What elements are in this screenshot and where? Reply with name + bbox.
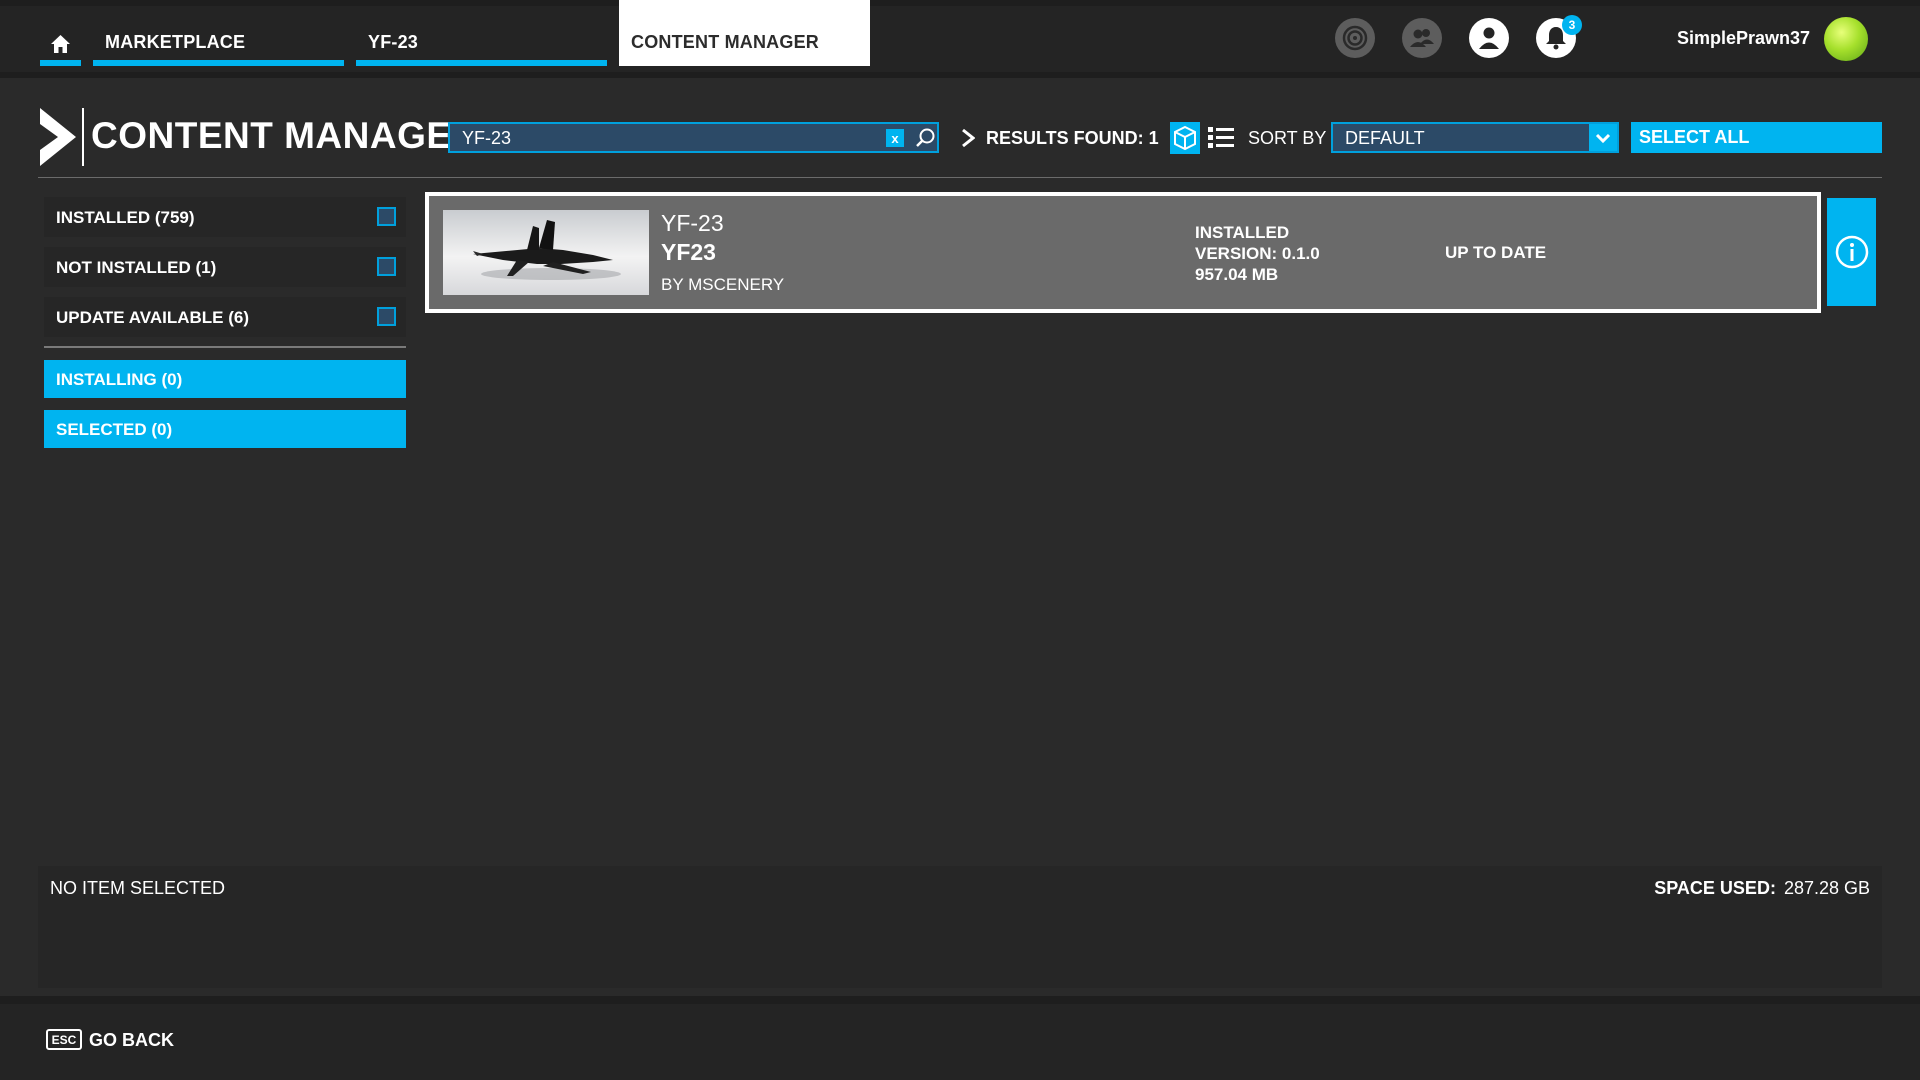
friends-icon: [1410, 29, 1434, 47]
selected-button[interactable]: SELECTED (0): [44, 410, 406, 448]
details-panel: NO ITEM SELECTED SPACE USED: 287.28 GB: [38, 866, 1882, 988]
search-input[interactable]: [462, 127, 882, 150]
clear-search-button[interactable]: x: [886, 129, 904, 147]
item-size: 957.04 MB: [1195, 265, 1279, 284]
item-install-info: INSTALLED VERSION: 0.1.0 957.04 MB: [1195, 222, 1320, 285]
filter-label: INSTALLED (759): [56, 208, 195, 227]
profile-icon: [1479, 27, 1499, 49]
tab-underline: [40, 60, 81, 66]
notifications-button[interactable]: 3: [1536, 15, 1582, 58]
page-title: CONTENT MANAGER: [91, 115, 479, 156]
go-back-button[interactable]: GO BACK: [89, 1030, 174, 1051]
friends-button[interactable]: [1402, 18, 1442, 58]
sort-label: SORT BY: [1248, 128, 1327, 148]
info-button[interactable]: [1827, 198, 1876, 306]
filter-not-installed[interactable]: NOT INSTALLED (1): [44, 247, 406, 287]
header-divider: [38, 177, 1882, 178]
space-used-label: SPACE USED:: [1654, 878, 1776, 898]
achievements-button[interactable]: [1335, 18, 1375, 58]
chevron-right-icon: [962, 128, 975, 148]
title-separator: [82, 108, 84, 166]
tab-content-manager[interactable]: CONTENT MANAGER: [619, 0, 870, 66]
item-name: YF-23: [661, 210, 724, 236]
item-version: VERSION: 0.1.0: [1195, 244, 1320, 263]
tab-label: MARKETPLACE: [105, 32, 246, 52]
info-icon: [1835, 235, 1868, 269]
search-box[interactable]: x: [448, 122, 939, 153]
dropdown-toggle[interactable]: [1589, 124, 1617, 151]
filter-checkbox[interactable]: [377, 307, 396, 326]
installing-button[interactable]: INSTALLING (0): [44, 360, 406, 398]
select-all-button[interactable]: SELECT ALL: [1631, 122, 1882, 153]
sort-value: DEFAULT: [1345, 128, 1425, 148]
page-chevron-icon: [40, 108, 76, 166]
filter-label: UPDATE AVAILABLE (6): [56, 308, 249, 327]
chevron-down-icon: [1595, 133, 1611, 143]
list-view-icon[interactable]: [1206, 122, 1236, 154]
selection-status: NO ITEM SELECTED: [50, 878, 226, 898]
tab-label: CONTENT MANAGER: [631, 32, 819, 52]
update-status: UP TO DATE: [1445, 243, 1547, 262]
filter-checkbox[interactable]: [377, 257, 396, 276]
username[interactable]: SimplePrawn37: [1660, 28, 1810, 49]
tab-label: YF-23: [368, 32, 419, 52]
aircraft-thumbnail: [443, 210, 649, 295]
filter-label: NOT INSTALLED (1): [56, 258, 217, 277]
close-icon: x: [891, 130, 899, 146]
esc-key-icon[interactable]: ESC: [46, 1029, 82, 1050]
notification-badge: 3: [1562, 15, 1582, 35]
tab-underline: [356, 60, 607, 66]
package-view-icon[interactable]: [1170, 122, 1200, 154]
item-author: BY MSCENERY: [661, 275, 785, 294]
results-count: RESULTS FOUND: 1: [986, 128, 1159, 148]
space-used-value: 287.28 GB: [1783, 878, 1870, 898]
tab-home[interactable]: [40, 0, 81, 66]
footer-bar: [0, 996, 1920, 1080]
achievements-icon: [1342, 25, 1368, 51]
sort-dropdown[interactable]: DEFAULT: [1331, 122, 1619, 153]
tab-marketplace[interactable]: MARKETPLACE: [93, 0, 344, 66]
space-used: SPACE USED: 287.28 GB: [1654, 878, 1870, 899]
content-item-card[interactable]: YF-23 YF23 BY MSCENERY INSTALLED VERSION…: [425, 192, 1821, 313]
filter-installed[interactable]: INSTALLED (759): [44, 197, 406, 237]
aircraft-image: [473, 220, 621, 280]
item-title: YF23: [661, 239, 716, 265]
sidebar-divider: [44, 346, 406, 348]
tab-underline: [93, 60, 344, 66]
tab-yf-23[interactable]: YF-23: [356, 0, 607, 66]
home-icon: [51, 35, 70, 53]
search-icon[interactable]: [914, 127, 936, 149]
profile-button[interactable]: [1469, 18, 1509, 58]
avatar[interactable]: [1824, 17, 1868, 61]
install-state: INSTALLED: [1195, 223, 1290, 242]
filter-update-available[interactable]: UPDATE AVAILABLE (6): [44, 297, 406, 337]
filter-checkbox[interactable]: [377, 207, 396, 226]
